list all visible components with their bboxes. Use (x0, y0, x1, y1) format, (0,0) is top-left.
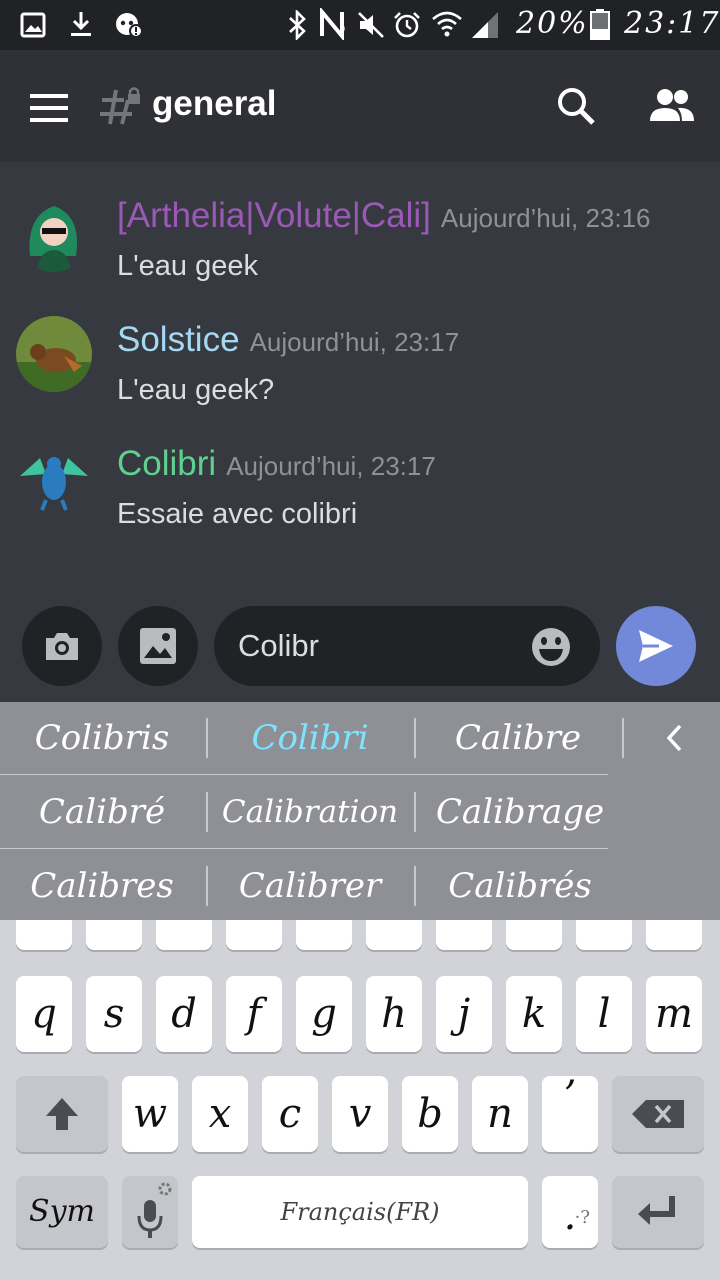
suggestion[interactable]: Calibres (2, 850, 202, 922)
suggestion[interactable]: Calibrer (210, 850, 410, 922)
divider (414, 792, 416, 832)
suggestion[interactable]: Calibrage (420, 776, 620, 848)
collapse-suggestions-button[interactable] (640, 702, 710, 774)
key-b[interactable]: b (402, 1076, 458, 1152)
message: Colibri Aujourd’hui, 23:17 Essaie avec co… (0, 440, 720, 554)
message-input-value: Colibr (238, 628, 319, 663)
key-s[interactable]: s (86, 976, 142, 1052)
message-composer: Colibr (0, 602, 720, 702)
shift-key[interactable] (16, 1076, 108, 1152)
channel-title: general (152, 84, 277, 123)
divider (206, 718, 208, 758)
nfc-icon (320, 8, 345, 40)
suggestion[interactable]: Calibre (418, 702, 618, 774)
enter-icon (638, 1196, 675, 1225)
backspace-key[interactable] (612, 1076, 704, 1152)
suggestion-row: Calibré Calibration Calibrage (0, 776, 608, 848)
gallery-button[interactable] (118, 606, 198, 686)
battery-percentage: 20% (516, 6, 589, 41)
suggestion-selected[interactable]: Colibri (210, 702, 410, 774)
backspace-icon (632, 1100, 684, 1128)
key-h[interactable]: h (366, 976, 422, 1052)
key-k[interactable]: k (506, 976, 562, 1052)
key-m[interactable]: m (646, 976, 702, 1052)
settings-gear-icon (158, 1182, 172, 1196)
wifi-icon (432, 11, 462, 37)
locked-channel-icon (100, 87, 140, 125)
suggestion-row: Colibris Colibri Calibre (0, 702, 608, 774)
avatar[interactable] (16, 316, 92, 392)
mute-icon (358, 12, 384, 38)
message-author[interactable]: [Arthelia|Volute|Cali] (117, 196, 431, 235)
search-icon[interactable] (556, 86, 596, 126)
period-key[interactable]: ·? . (542, 1176, 598, 1248)
message-timestamp: Aujourd’hui, 23:17 (226, 451, 436, 481)
key-c[interactable]: c (262, 1076, 318, 1152)
alarm-icon (394, 12, 420, 38)
suggestion[interactable]: Calibrés (420, 850, 620, 922)
divider (622, 718, 624, 758)
message-text: Essaie avec colibri (117, 498, 358, 530)
message-author[interactable]: Solstice (117, 320, 240, 359)
image-icon (140, 628, 176, 664)
discord-notification-icon (116, 13, 143, 38)
key-g[interactable]: g (296, 976, 352, 1052)
message-timestamp: Aujourd’hui, 23:16 (440, 203, 651, 233)
signal-icon (472, 12, 498, 38)
shift-icon (46, 1098, 78, 1130)
divider (0, 774, 608, 775)
bluetooth-icon (289, 10, 306, 40)
divider (206, 792, 208, 832)
key-x[interactable]: x (192, 1076, 248, 1152)
word-suggestions: Colibris Colibri Calibre Calibré Calibra… (0, 702, 720, 920)
message-input[interactable]: Colibr (214, 606, 600, 686)
menu-icon[interactable] (30, 94, 68, 122)
send-icon (639, 630, 673, 662)
clock: 23:17 (624, 6, 720, 41)
divider (414, 866, 416, 906)
members-icon[interactable] (648, 88, 696, 122)
suggestion-row: Calibres Calibrer Calibrés (0, 850, 608, 922)
divider (414, 718, 416, 758)
divider (0, 848, 608, 849)
message-timestamp: Aujourd’hui, 23:17 (249, 327, 460, 357)
chevron-left-icon (666, 724, 682, 752)
key-l[interactable]: l (576, 976, 632, 1052)
message-author[interactable]: Colibri (117, 444, 216, 483)
avatar[interactable] (16, 440, 92, 516)
emoji-icon[interactable] (530, 626, 572, 668)
enter-key[interactable] (612, 1176, 704, 1248)
message-text: L'eau geek? (117, 374, 275, 406)
key-v[interactable]: v (332, 1076, 388, 1152)
app-bar: general (0, 50, 720, 162)
key-apostrophe[interactable]: ’ (542, 1076, 598, 1152)
divider (206, 866, 208, 906)
gallery-notification-icon (20, 12, 46, 38)
key-w[interactable]: w (122, 1076, 178, 1152)
key-f[interactable]: f (226, 976, 282, 1052)
key-j[interactable]: j (436, 976, 492, 1052)
microphone-icon (137, 1200, 163, 1238)
camera-button[interactable] (22, 606, 102, 686)
suggestion[interactable]: Calibration (210, 776, 410, 848)
suggestion[interactable]: Calibré (2, 776, 202, 848)
message-list: [Arthelia|Volute|Cali] Aujourd’hui, 23:16… (0, 162, 720, 602)
download-notification-icon (71, 12, 91, 36)
key-n[interactable]: n (472, 1076, 528, 1152)
camera-icon (46, 633, 78, 660)
key-q[interactable]: q (16, 976, 72, 1052)
suggestion[interactable]: Colibris (2, 702, 202, 774)
message: Solstice Aujourd’hui, 23:17 L'eau geek? (0, 316, 720, 430)
voice-key[interactable] (122, 1176, 178, 1248)
space-key[interactable]: Français(FR) (192, 1176, 528, 1248)
message-text: L'eau geek (117, 250, 258, 282)
key-d[interactable]: d (156, 976, 212, 1052)
send-button[interactable] (616, 606, 696, 686)
status-bar: 20% 23:17 (0, 0, 720, 50)
sym-key[interactable]: Sym (16, 1176, 108, 1248)
period-key-hint: ·? (574, 1207, 590, 1228)
avatar[interactable] (16, 196, 92, 272)
battery-icon (590, 9, 610, 40)
message: [Arthelia|Volute|Cali] Aujourd’hui, 23:16… (0, 196, 720, 306)
